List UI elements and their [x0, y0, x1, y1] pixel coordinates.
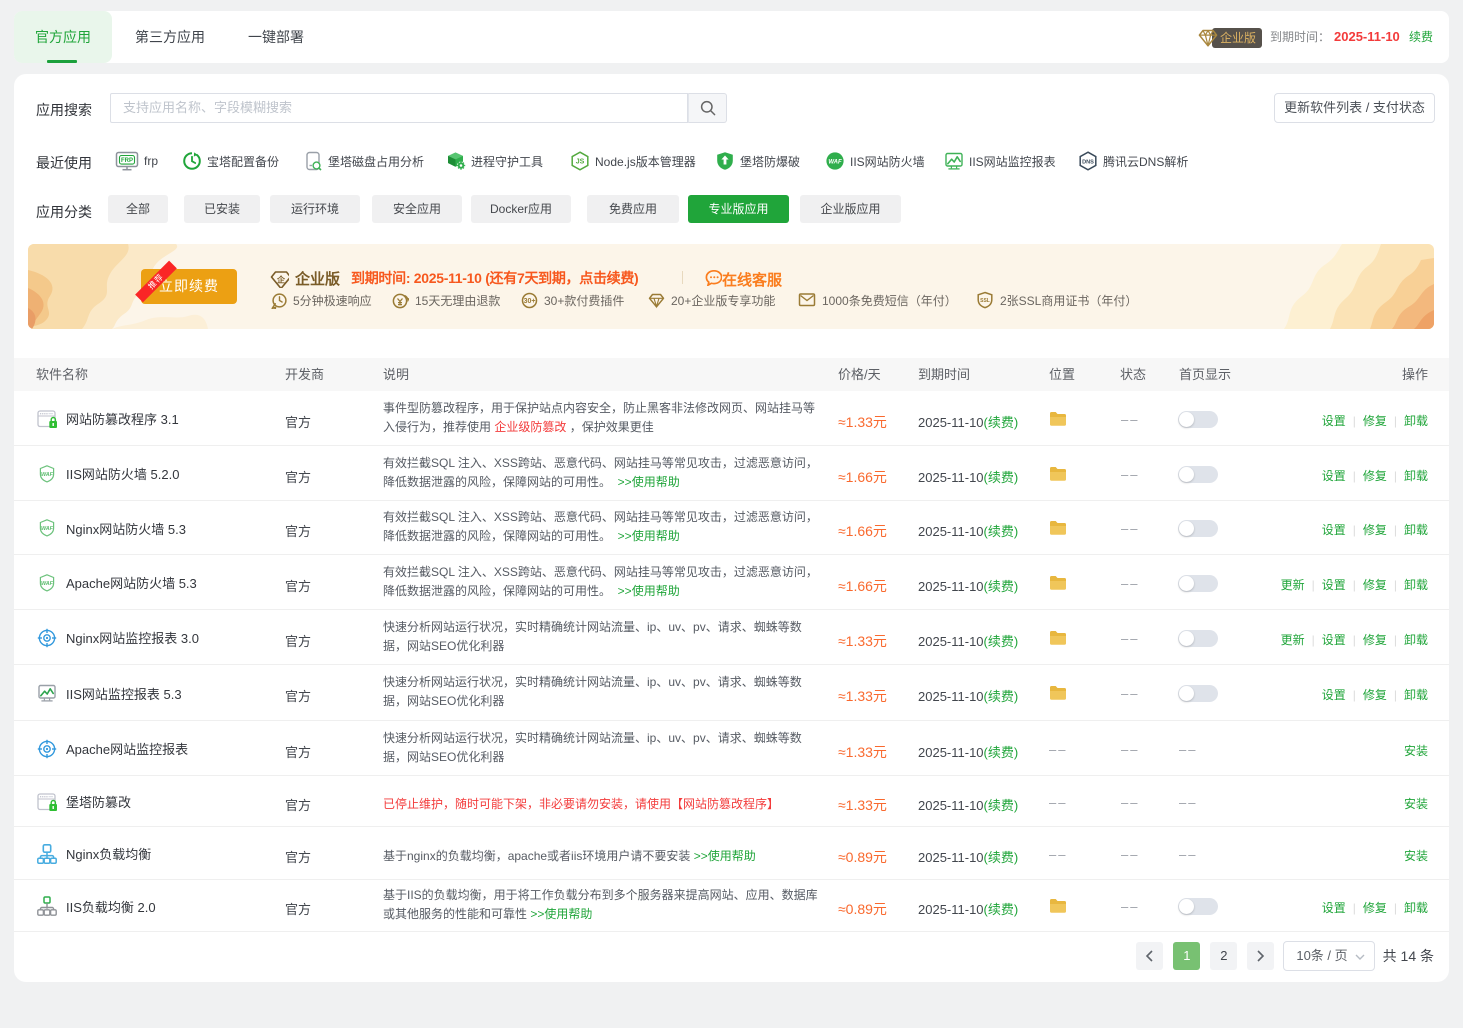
svg-text:FRP: FRP [121, 158, 133, 164]
svg-text:30+: 30+ [524, 298, 536, 305]
svg-text:SSL: SSL [980, 298, 990, 304]
svg-text:JS: JS [576, 159, 585, 166]
svg-text:WAF: WAF [828, 160, 842, 166]
svg-text:企: 企 [276, 274, 286, 284]
svg-text:WAF: WAF [41, 472, 54, 478]
svg-text:WAF: WAF [41, 526, 54, 532]
svg-text:WAF: WAF [41, 581, 54, 587]
svg-text:DNS: DNS [1082, 159, 1094, 165]
